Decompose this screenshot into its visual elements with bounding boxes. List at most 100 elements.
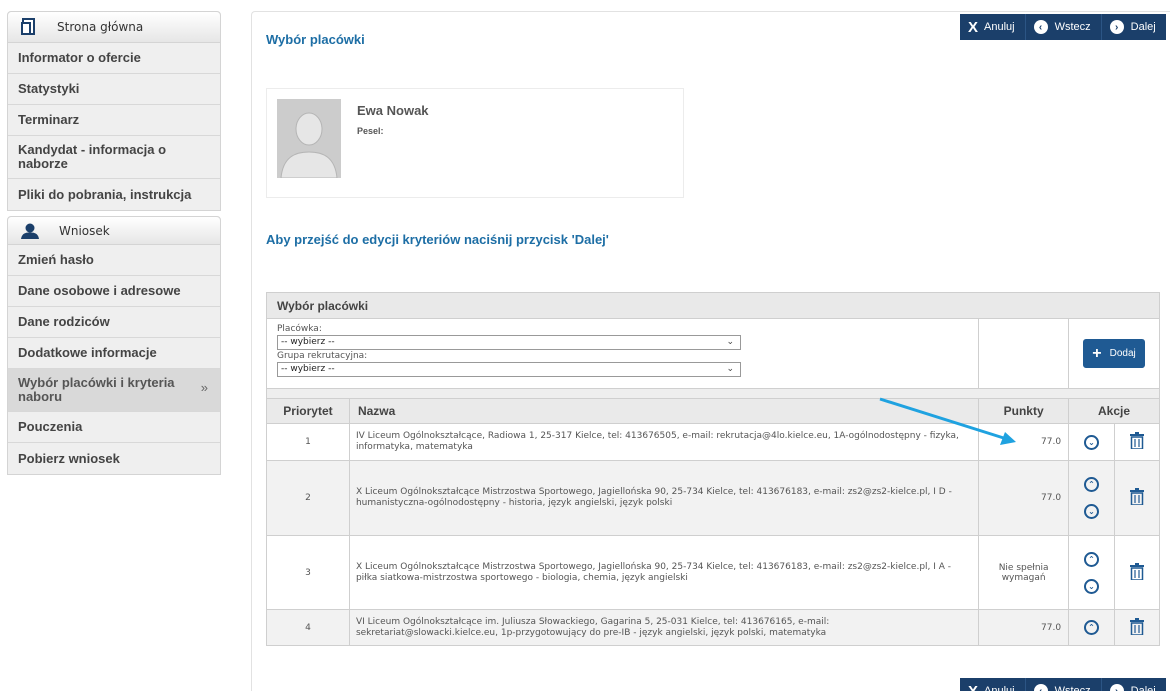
chevron-down-icon: ⌄ [726,337,734,347]
hint-text: Aby przejść do edycji kryteriów naciśnij… [266,232,609,247]
back-button[interactable]: ‹ Wstecz [1026,14,1102,40]
sidebar-item-dane-rodzicow[interactable]: Dane rodziców [8,307,220,338]
row-points: 77.0 [978,609,1070,646]
back-button[interactable]: ‹ Wstecz [1026,678,1102,691]
sidebar-wniosek-label: Wniosek [59,223,110,238]
pesel-label: Pesel: [357,126,384,136]
table-row: 3 X Liceum Ogólnokształcące Mistrzostwa … [266,535,1160,610]
placowka-select[interactable]: -- wybierz -- ⌄ [277,335,741,350]
top-toolbar: X Anuluj ‹ Wstecz › Dalej [960,14,1166,40]
spacer [266,388,1160,399]
table-row: 4 VI Liceum Ogólnokształcące im. Juliusz… [266,609,1160,646]
move-up-icon[interactable]: ⌃ [1084,620,1100,635]
sidebar-main-block: Strona główna Informator o ofercie Staty… [7,11,221,211]
sidebar-wniosek-header[interactable]: Wniosek [8,217,220,245]
cancel-label: Anuluj [984,685,1015,691]
row-delete-cell [1114,609,1160,646]
sidebar: Strona główna Informator o ofercie Staty… [7,11,221,475]
person-card: Ewa Nowak Pesel: [266,88,684,198]
add-cell: + Dodaj [1068,318,1160,389]
cancel-button[interactable]: X Anuluj [960,678,1026,691]
avatar [277,99,341,178]
chevron-right-icon: › [1109,20,1124,34]
chevron-right-icon: › [1109,684,1124,691]
row-delete-cell [1114,423,1160,461]
next-label: Dalej [1130,685,1156,691]
sidebar-item-zmien-haslo[interactable]: Zmień hasło [8,245,220,276]
cancel-label: Anuluj [984,21,1015,33]
selection-caption: Wybór placówki [266,292,1160,319]
person-name: Ewa Nowak [357,103,429,118]
row-move-cell: ⌃ ⌄ [1068,460,1115,536]
header-actions: Akcje [1068,398,1160,424]
plus-icon: + [1092,344,1102,362]
move-up-icon[interactable]: ⌃ [1084,477,1100,492]
document-icon [21,18,35,35]
sidebar-item-home[interactable]: Strona główna [8,12,220,43]
table-row: 2 X Liceum Ogólnokształcące Mistrzostwa … [266,460,1160,536]
sidebar-home-label: Strona główna [57,20,144,34]
row-name: IV Liceum Ogólnokształcące, Radiowa 1, 2… [348,423,980,461]
placowka-value: -- wybierz -- [281,337,335,347]
trash-icon[interactable] [1130,488,1144,505]
trash-icon[interactable] [1130,432,1144,449]
row-points: 77.0 [978,460,1070,536]
sidebar-item-terminarz[interactable]: Terminarz [8,105,220,136]
empty-cell [978,318,1070,389]
cancel-button[interactable]: X Anuluj [960,14,1026,40]
header-priority: Priorytet [266,398,350,424]
sidebar-item-statystyki[interactable]: Statystyki [8,74,220,105]
grupa-label: Grupa rekrutacyjna: [277,351,368,361]
row-points: 77.0 [978,423,1070,461]
sidebar-item-informator[interactable]: Informator o ofercie [8,43,220,74]
double-chevron-right-icon: » [200,380,208,395]
grupa-value: -- wybierz -- [281,364,335,374]
next-button[interactable]: › Dalej [1102,14,1166,40]
grupa-select[interactable]: -- wybierz -- ⌄ [277,362,741,377]
school-selection-table: Wybór placówki Placówka: -- wybierz -- ⌄… [265,292,1160,646]
next-button[interactable]: › Dalej [1102,678,1166,691]
bottom-toolbar: X Anuluj ‹ Wstecz › Dalej [960,678,1166,691]
sidebar-item-pobierz[interactable]: Pobierz wniosek [8,443,220,474]
back-label: Wstecz [1054,21,1091,33]
row-priority: 1 [266,423,350,461]
row-priority: 3 [266,535,350,610]
trash-icon[interactable] [1130,562,1144,580]
sidebar-item-wybor-label: Wybór placówki i kryteria naboru [18,375,175,404]
back-label: Wstecz [1054,685,1091,691]
chevron-down-icon: ⌄ [726,364,734,374]
page-title: Wybór placówki [266,32,365,47]
add-label: Dodaj [1109,348,1136,359]
sidebar-item-dodatkowe[interactable]: Dodatkowe informacje [8,338,220,369]
move-down-icon[interactable]: ⌄ [1084,434,1100,450]
row-name: X Liceum Ogólnokształcące Mistrzostwa Sp… [348,460,980,536]
header-points: Punkty [978,398,1070,424]
row-name: X Liceum Ogólnokształcące Mistrzostwa Sp… [348,535,980,610]
close-icon: X [968,682,979,691]
placowka-label: Placówka: [277,324,322,334]
sidebar-item-kandydat[interactable]: Kandydat - informacja o naborze [8,136,220,179]
table-row: 1 IV Liceum Ogólnokształcące, Radiowa 1,… [266,423,1160,461]
header-name: Nazwa [348,398,980,424]
row-name: VI Liceum Ogólnokształcące im. Juliusza … [348,609,980,646]
trash-icon[interactable] [1130,617,1144,635]
sidebar-item-pliki[interactable]: Pliki do pobrania, instrukcja [8,179,220,210]
selection-form: Placówka: -- wybierz -- ⌄ Grupa rekrutac… [265,318,980,389]
next-label: Dalej [1130,21,1156,33]
user-icon [21,223,39,239]
move-down-icon[interactable]: ⌄ [1084,504,1100,519]
sidebar-item-pouczenia[interactable]: Pouczenia [8,412,220,443]
sidebar-item-dane-osobowe[interactable]: Dane osobowe i adresowe [8,276,220,307]
row-move-cell: ⌃ [1068,609,1115,646]
row-priority: 4 [266,609,350,646]
sidebar-item-wybor-placowki[interactable]: Wybór placówki i kryteria naboru » [8,369,220,412]
row-move-cell: ⌃ ⌄ [1068,535,1115,610]
sidebar-wniosek-block: Wniosek Zmień hasło Dane osobowe i adres… [7,216,221,475]
chevron-left-icon: ‹ [1033,20,1048,34]
close-icon: X [968,18,979,36]
move-up-icon[interactable]: ⌃ [1084,551,1100,567]
move-down-icon[interactable]: ⌄ [1084,578,1100,594]
row-delete-cell [1114,535,1160,610]
chevron-left-icon: ‹ [1033,684,1048,691]
add-button[interactable]: + Dodaj [1083,339,1145,368]
